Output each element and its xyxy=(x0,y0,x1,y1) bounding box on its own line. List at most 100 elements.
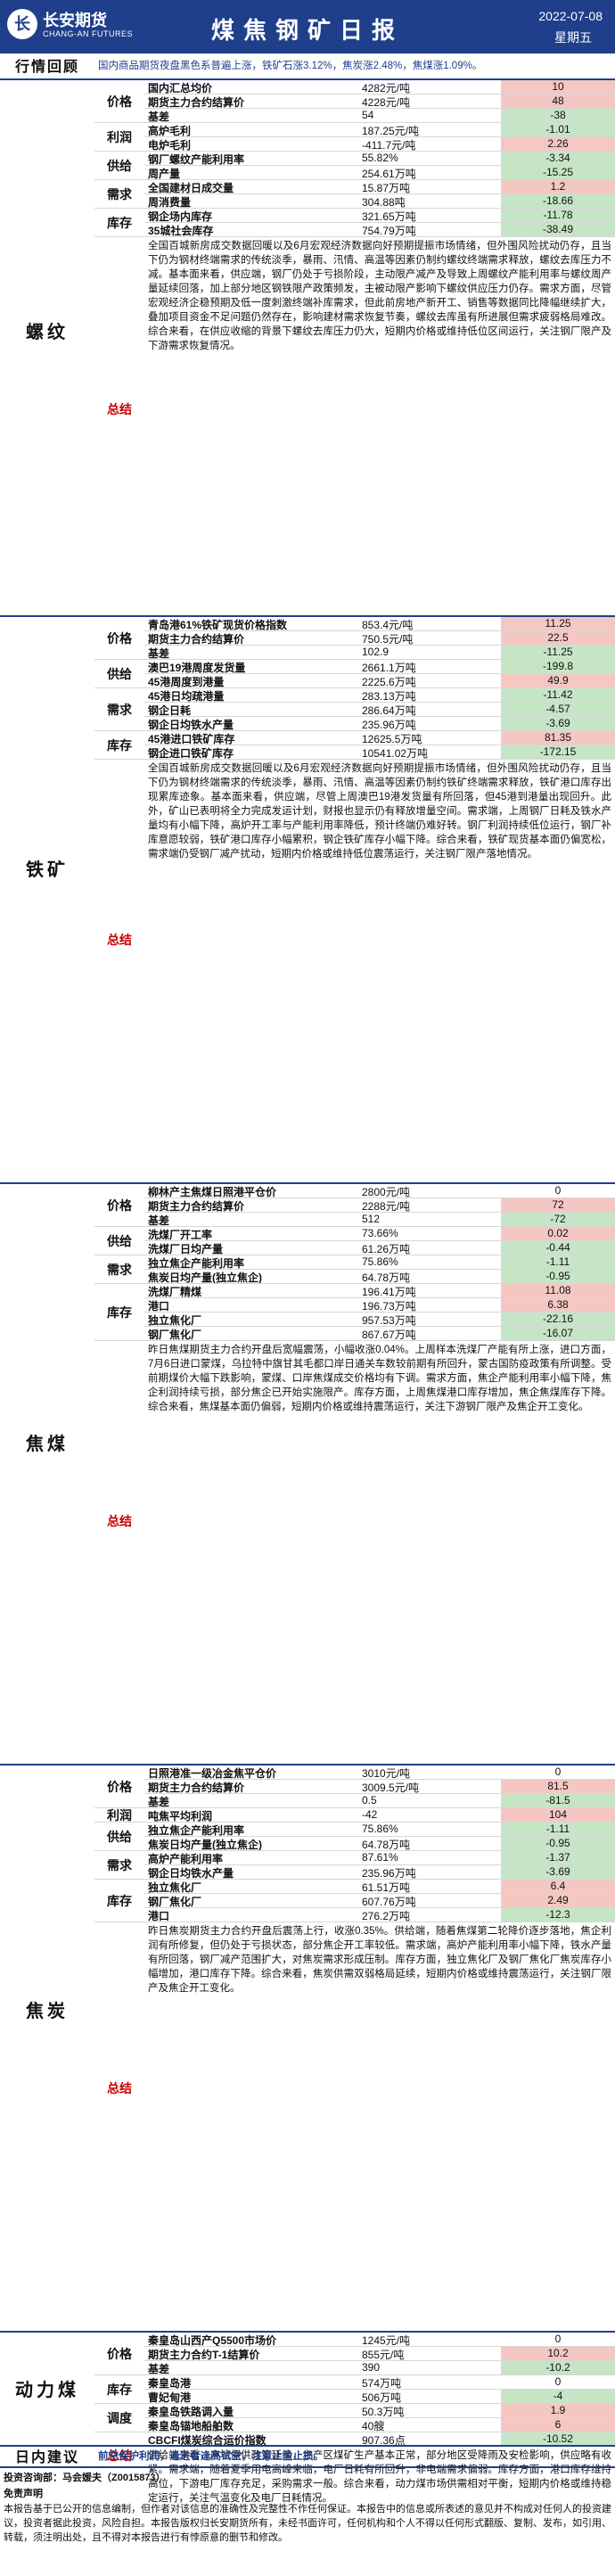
indicator-value: 235.96万吨 xyxy=(362,719,416,730)
indicator-value: 506万吨 xyxy=(362,2391,402,2403)
indicator-row: 独立焦企产能利用率 75.86% -1.11 xyxy=(144,1823,615,1837)
indicator-value: 61.26万吨 xyxy=(362,1243,411,1255)
indicator-name: 秦皇岛锚地船舶数 xyxy=(148,2420,234,2432)
indicator-name: 洗煤厂开工率 xyxy=(148,1229,213,1240)
indicator-name: 秦皇岛港 xyxy=(148,2377,192,2389)
review-section: 行情回顾 国内商品期货夜盘黑色系普遍上涨，铁矿石涨3.12%，焦炭涨2.48%，… xyxy=(0,52,615,77)
summary-label: 总结 xyxy=(107,2081,132,2095)
review-title: 行情回顾 xyxy=(0,53,94,77)
indicator-name: 基差 xyxy=(148,2363,170,2374)
disclaimer-title: 免责声明 xyxy=(4,2489,43,2499)
indicator-value: 102.9 xyxy=(362,646,390,658)
indicator-row: 独立焦化厂 61.51万吨 6.4 xyxy=(144,1880,615,1894)
indicator-name: 钢企进口铁矿库存 xyxy=(148,747,234,759)
indicator-name: 焦炭日均产量(独立焦企) xyxy=(148,1839,262,1850)
rebar-section-title: 螺纹 xyxy=(0,80,94,580)
indicator-change: 22.5 xyxy=(501,631,615,645)
indicator-change: -1.11 xyxy=(501,1255,615,1269)
indicator-value: 3009.5元/吨 xyxy=(362,1782,420,1793)
indicator-value: -42 xyxy=(362,1808,378,1821)
indicator-value: 61.51万吨 xyxy=(362,1881,411,1893)
indicator-value: 254.61万吨 xyxy=(362,168,416,179)
indicator-change: -0.95 xyxy=(501,1270,615,1283)
group-label: 库存 xyxy=(94,1284,144,1341)
indicator-row: 45港日均疏港量 283.13万吨 -11.42 xyxy=(144,688,615,703)
indicator-change: 0 xyxy=(554,1184,562,1197)
group-label: 价格 xyxy=(94,1184,144,1227)
indicator-change: -11.42 xyxy=(501,688,615,702)
indicator-name: 基差 xyxy=(148,111,170,122)
indicator-value: 321.65万吨 xyxy=(362,210,416,222)
indicator-row: 35城社会库存 754.79万吨 -38.49 xyxy=(144,223,615,237)
indicator-name: 期货主力合约结算价 xyxy=(148,96,245,108)
indicator-value: 574万吨 xyxy=(362,2377,402,2389)
indicator-name: 钢企日均铁水产量 xyxy=(148,719,234,730)
indicator-row: 钢企日耗 286.64万吨 -4.57 xyxy=(144,703,615,717)
summary-text: 全国百城新房成交数据回暖以及6月宏观经济数据向好预期提振市场情绪，但外围风险扰动… xyxy=(148,763,611,860)
indicator-value: 754.79万吨 xyxy=(362,225,416,236)
indicator-value: 73.66% xyxy=(362,1227,398,1239)
indicator-change: 104 xyxy=(501,1808,615,1822)
indicator-name: 基差 xyxy=(148,1796,170,1807)
indicator-row: 基差 102.9 -11.25 xyxy=(144,646,615,660)
indicator-change: 81.35 xyxy=(501,731,615,745)
group-label: 调度 xyxy=(94,2404,144,2432)
disclaimer-text: 本报告基于已公开的信息编制，但作者对该信息的准确性及完整性不作任何保证。本报告中… xyxy=(4,2504,611,2543)
indicator-change: 2.26 xyxy=(501,137,615,151)
group-label: 库存 xyxy=(94,2375,144,2404)
indicator-name: 港口 xyxy=(148,1910,170,1922)
indicator-change: -0.95 xyxy=(501,1837,615,1850)
indicator-change: -11.25 xyxy=(501,646,615,659)
indicator-name: 独立焦化厂 xyxy=(148,1314,202,1326)
indicator-name: 期货主力合约结算价 xyxy=(148,633,245,645)
indicator-change: -18.66 xyxy=(501,194,615,208)
indicator-change: 1.2 xyxy=(501,180,615,193)
coke-section-title: 焦煤 xyxy=(0,1184,94,1700)
indicator-value: 50.3万吨 xyxy=(362,2406,405,2417)
indicator-name: 柳林产主焦煤日照港平仓价 xyxy=(148,1186,277,1197)
indicator-change: 2.49 xyxy=(501,1894,615,1907)
indicator-row: 钢厂焦化厂 607.76万吨 2.49 xyxy=(144,1894,615,1908)
indicator-value: -411.7元/吨 xyxy=(362,139,416,151)
indicator-name: CBCFI煤炭综合运价指数 xyxy=(148,2434,266,2446)
indicator-row: 独立焦化厂 957.53万吨 -22.16 xyxy=(144,1313,615,1327)
indicator-change: -172.15 xyxy=(501,745,615,759)
indicator-name: 曹妃甸港 xyxy=(148,2391,192,2403)
indicator-row: 期货主力合约结算价 4228元/吨 48 xyxy=(144,95,615,109)
indicator-value: 0.5 xyxy=(362,1794,377,1806)
summary-label: 总结 xyxy=(107,933,132,947)
summary-text: 昨日焦炭期货主力合约开盘后震荡上行，收涨0.35%。供给端，随着焦煤第二轮降价逐… xyxy=(148,1926,611,1994)
indicator-name: 基差 xyxy=(148,1214,170,1226)
review-text: 国内商品期货夜盘黑色系普遍上涨，铁矿石涨3.12%，焦炭涨2.48%，焦煤涨1.… xyxy=(98,61,483,71)
indicator-change: 0 xyxy=(554,1765,562,1778)
indicator-change: -15.25 xyxy=(501,166,615,179)
indicator-row: 基差 512 -72 xyxy=(144,1213,615,1227)
indicator-change: 0 xyxy=(554,2375,562,2388)
group-label: 价格 xyxy=(94,2333,144,2375)
indicator-change: 81.5 xyxy=(501,1780,615,1793)
group-label: 供给 xyxy=(94,152,144,180)
indicator-change: 0 xyxy=(554,2333,562,2345)
indicator-change: 72 xyxy=(501,1198,615,1212)
indicator-row: 周消费量 304.88吨 -18.66 xyxy=(144,194,615,209)
indicator-change: -22.16 xyxy=(501,1313,615,1326)
group-rows: 独立焦企产能利用率 75.86% -1.11 焦炭日均产量(独立焦企) 64.78万吨 -… xyxy=(144,1823,615,1851)
indicator-name: 洗煤厂精煤 xyxy=(148,1286,202,1297)
indicator-row: 吨焦平均利润 -42 104 xyxy=(144,1808,615,1823)
indicator-value: 64.78万吨 xyxy=(362,1839,411,1850)
indicator-name: 洗煤厂日均产量 xyxy=(148,1243,224,1255)
indicator-change: -10.2 xyxy=(501,2361,615,2374)
indicator-value: 235.96万吨 xyxy=(362,1867,416,1879)
indicator-change: -4 xyxy=(501,2390,615,2403)
group-label: 供给 xyxy=(94,660,144,688)
indicator-value: 40艘 xyxy=(362,2420,385,2432)
indicator-value: 64.78万吨 xyxy=(362,1272,411,1283)
group-rows: 钢厂螺纹产能利用率 55.82% -3.34 周产量 254.61万吨 -15.25 xyxy=(144,152,615,180)
indicator-name: 周消费量 xyxy=(148,196,192,208)
indicator-name: 45港进口铁矿库存 xyxy=(148,733,235,745)
indicator-change: -4.57 xyxy=(501,703,615,716)
indicator-name: 全国建材日成交量 xyxy=(148,182,234,193)
indicator-value: 867.67万吨 xyxy=(362,1329,416,1340)
indicator-change: -16.07 xyxy=(501,1327,615,1340)
indicator-name: 45港日均疏港量 xyxy=(148,690,225,702)
